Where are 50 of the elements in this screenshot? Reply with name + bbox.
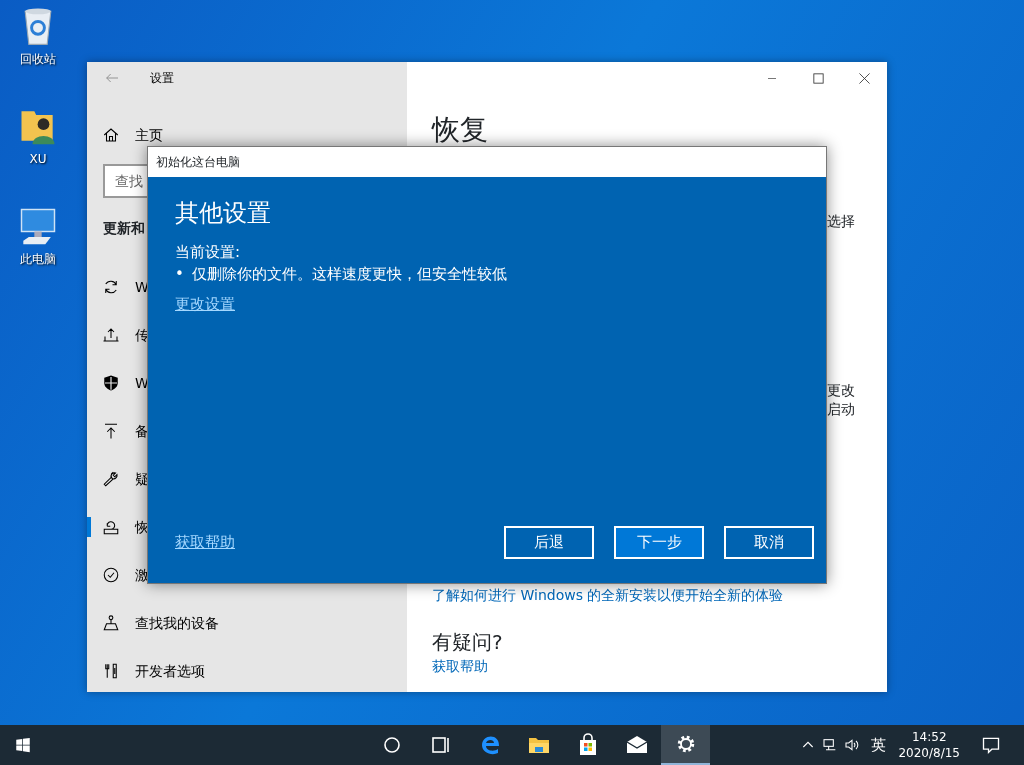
home-icon — [102, 126, 120, 144]
sidebar-item[interactable]: 查找我的设备 — [135, 612, 219, 634]
sidebar-item[interactable]: 激 — [135, 564, 149, 586]
input-language[interactable]: 英 — [871, 733, 887, 757]
setting-text: 仅删除你的文件。这样速度更快，但安全性较低 — [191, 264, 507, 285]
sync-icon — [102, 278, 120, 296]
dialog-title: 初始化这台电脑 — [148, 147, 826, 177]
windows-logo-icon — [14, 736, 32, 754]
dialog-heading: 其他设置 — [175, 198, 272, 229]
volume-icon — [844, 737, 861, 753]
maximize-icon — [812, 72, 824, 84]
check-circle-icon — [102, 566, 120, 584]
window-title: 设置 — [150, 70, 174, 87]
desktop-icon-label[interactable]: 此电脑 — [20, 250, 56, 268]
clock-date[interactable]: 2020/8/15 — [898, 745, 960, 761]
body-text: 启动 — [827, 400, 856, 419]
desktop-icon-label[interactable]: XU — [29, 150, 47, 168]
body-text: 选择 — [827, 212, 856, 231]
find-device-icon — [102, 614, 120, 632]
shield-icon — [102, 374, 120, 392]
close-icon — [858, 72, 870, 84]
sidebar-item[interactable]: 疑 — [135, 468, 149, 490]
dialog-button[interactable]: 取消 — [724, 526, 814, 559]
clock-time[interactable]: 14:52 — [911, 729, 947, 745]
body-text: 更改 — [827, 381, 856, 400]
upload-icon — [102, 326, 120, 344]
section-heading: 有疑问? — [432, 629, 504, 656]
next-button[interactable]: 下一步 — [614, 526, 704, 559]
minimize-icon — [768, 77, 776, 79]
wrench-icon — [102, 470, 120, 488]
change-settings-link[interactable]: 更改设置 — [175, 295, 235, 313]
help-link[interactable]: 获取帮助 — [432, 656, 887, 677]
link[interactable]: 了解如何进行 Windows 的全新安装以便开始全新的体验 — [432, 585, 887, 606]
help-link[interactable]: 获取帮助 — [175, 531, 235, 554]
dialog-button[interactable]: 后退 — [504, 526, 594, 559]
desktop-icon-label[interactable]: 回收站 — [20, 50, 56, 68]
home-link[interactable]: 主页 — [135, 124, 163, 146]
taskbar-app[interactable] — [661, 725, 710, 765]
settings-label: 当前设置: — [175, 242, 242, 263]
notification-icon — [981, 735, 1001, 755]
sidebar-item[interactable]: 备 — [135, 420, 149, 442]
page-heading: 恢复 — [432, 112, 489, 148]
bullet: • — [175, 264, 184, 285]
sidebar-item[interactable]: 传 — [135, 324, 149, 346]
sidebar-item[interactable]: 恢 — [135, 516, 149, 538]
tools-icon — [102, 662, 120, 680]
sidebar-item[interactable]: 开发者选项 — [135, 660, 205, 682]
recovery-icon — [102, 518, 120, 536]
section-heading: 更新和 — [103, 219, 146, 238]
upload-arrow-icon — [102, 422, 120, 440]
